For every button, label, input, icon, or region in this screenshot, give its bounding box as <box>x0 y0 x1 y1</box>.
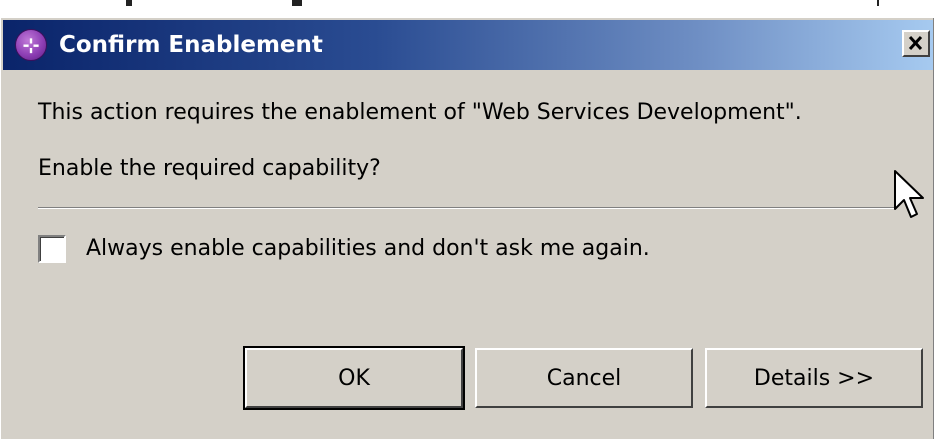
confirm-enablement-dialog: ⊹ Confirm Enablement This action require… <box>0 18 934 439</box>
message-line-1: This action requires the enablement of "… <box>38 100 802 125</box>
always-enable-label[interactable]: Always enable capabilities and don't ask… <box>86 233 650 265</box>
details-button[interactable]: Details >> <box>705 348 923 408</box>
background-fragment <box>126 0 132 6</box>
close-button[interactable] <box>902 30 930 57</box>
always-enable-checkbox[interactable] <box>38 235 66 263</box>
plug-in-icon: ⊹ <box>15 29 47 61</box>
ok-button[interactable]: OK <box>243 346 465 410</box>
cancel-button[interactable]: Cancel <box>475 348 693 408</box>
separator <box>38 207 896 209</box>
background-window <box>0 0 936 18</box>
background-fragment <box>877 0 879 6</box>
dialog-titlebar[interactable]: ⊹ Confirm Enablement <box>3 20 933 70</box>
dialog-title: Confirm Enablement <box>59 32 323 58</box>
mouse-cursor-icon <box>894 170 924 218</box>
message-line-2: Enable the required capability? <box>38 156 381 181</box>
close-icon <box>908 35 923 51</box>
background-fragment <box>292 0 302 6</box>
